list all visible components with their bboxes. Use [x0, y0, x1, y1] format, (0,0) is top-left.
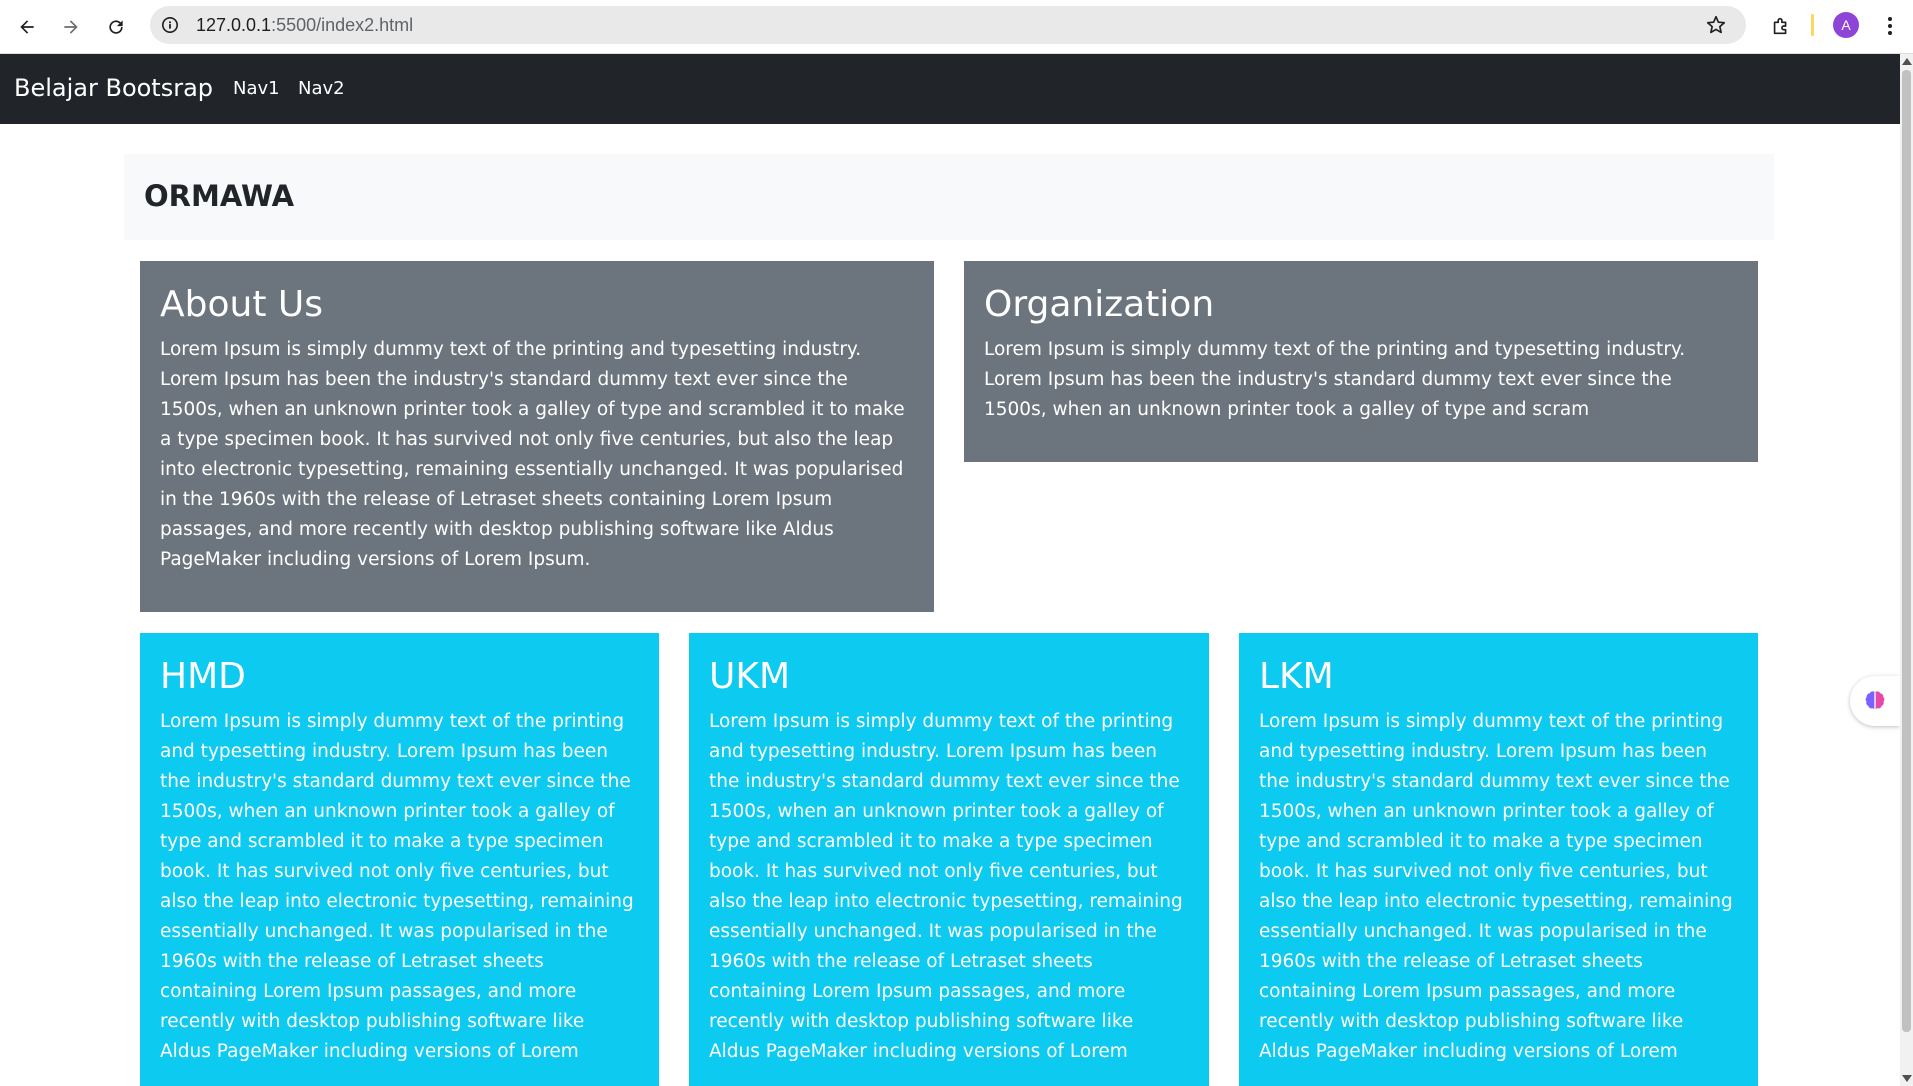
card-text: Lorem Ipsum is simply dummy text of the …	[160, 711, 634, 1062]
scroll-down-arrow-icon[interactable]	[1902, 1075, 1912, 1082]
card-text: Lorem Ipsum is simply dummy text of the …	[984, 339, 1686, 420]
card-title: About Us	[160, 284, 323, 325]
card-text: Lorem Ipsum is simply dummy text of the …	[160, 339, 905, 570]
scrollbar-thumb[interactable]	[1902, 70, 1911, 1032]
card-about-us: About Us Lorem Ipsum is simply dummy tex…	[140, 261, 934, 612]
card-title: Organization	[984, 284, 1215, 325]
card-hmd: HMD Lorem Ipsum is simply dummy text of …	[140, 633, 659, 1086]
card-lkm: LKM Lorem Ipsum is simply dummy text of …	[1239, 633, 1758, 1086]
nav-link-nav1[interactable]: Nav1	[233, 78, 280, 100]
brain-widget-icon[interactable]	[1850, 676, 1900, 726]
profile-avatar[interactable]: A	[1833, 12, 1859, 38]
page-header: ORMAWA	[124, 154, 1774, 240]
bookmark-star-icon[interactable]	[1704, 13, 1728, 37]
forward-arrow-icon[interactable]	[56, 12, 86, 42]
scroll-up-arrow-icon[interactable]	[1902, 58, 1912, 65]
back-arrow-icon[interactable]	[12, 12, 42, 42]
toolbar-divider	[1811, 14, 1814, 36]
top-navbar: Belajar Bootsrap Nav1 Nav2	[0, 54, 1900, 124]
card-title: HMD	[160, 656, 246, 697]
kebab-menu-icon[interactable]	[1878, 12, 1902, 40]
url-text[interactable]: 127.0.0.1:5500/index2.html	[196, 15, 413, 35]
nav-link-nav2[interactable]: Nav2	[298, 78, 345, 100]
card-title: LKM	[1259, 656, 1334, 697]
browser-toolbar: 127.0.0.1:5500/index2.html A	[0, 0, 1913, 54]
card-text: Lorem Ipsum is simply dummy text of the …	[709, 711, 1183, 1062]
site-info-icon[interactable]	[160, 15, 180, 35]
card-title: UKM	[709, 656, 791, 697]
vertical-scrollbar[interactable]	[1900, 54, 1913, 1086]
reload-icon[interactable]	[101, 12, 131, 42]
url-path: :5500/index2.html	[271, 15, 414, 35]
page-viewport: Belajar Bootsrap Nav1 Nav2 ORMAWA About …	[0, 54, 1900, 1086]
page-title: ORMAWA	[144, 179, 295, 213]
card-text: Lorem Ipsum is simply dummy text of the …	[1259, 711, 1733, 1062]
card-organization: Organization Lorem Ipsum is simply dummy…	[964, 261, 1758, 462]
extensions-puzzle-icon[interactable]	[1767, 12, 1795, 40]
address-bar[interactable]: 127.0.0.1:5500/index2.html	[150, 6, 1746, 44]
navbar-brand[interactable]: Belajar Bootsrap	[14, 74, 213, 102]
card-ukm: UKM Lorem Ipsum is simply dummy text of …	[689, 633, 1209, 1086]
url-host: 127.0.0.1	[196, 15, 272, 35]
